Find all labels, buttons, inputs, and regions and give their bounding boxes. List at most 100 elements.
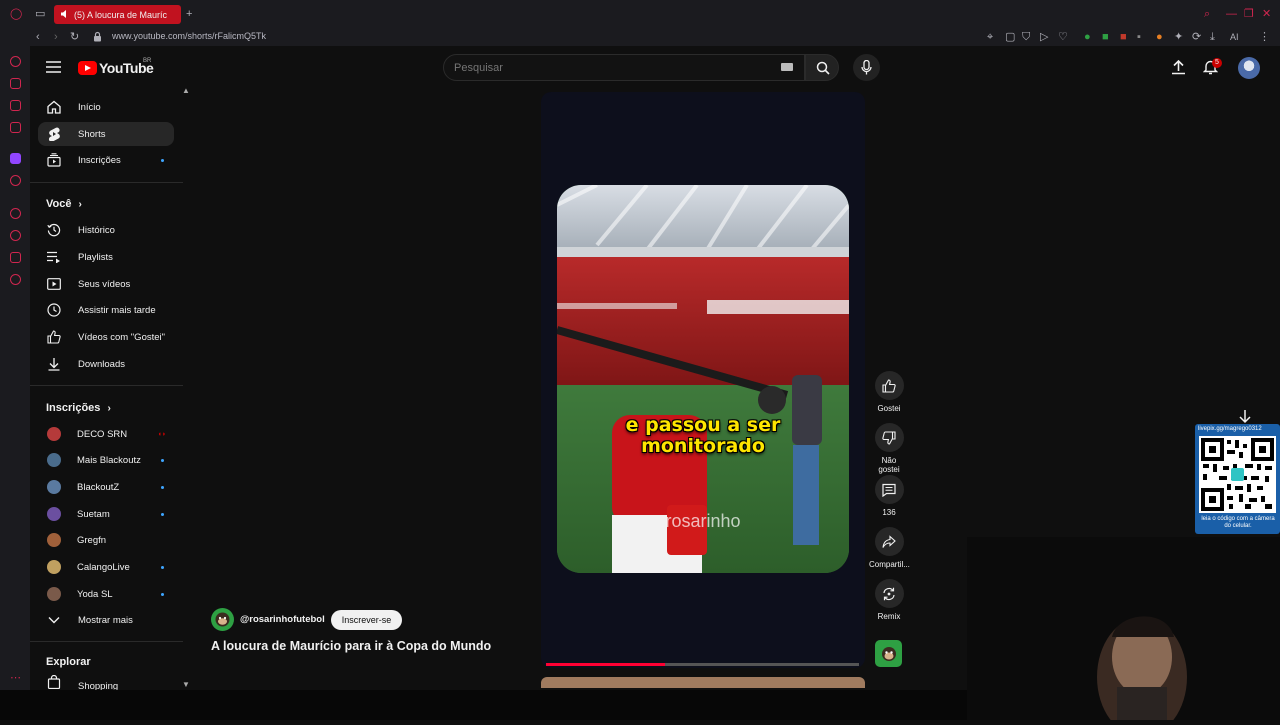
- extensions-icon[interactable]: ✦: [1174, 31, 1183, 43]
- extensions-rail-icon[interactable]: [10, 252, 21, 263]
- sidebar-item-label: Inscrições: [78, 154, 121, 166]
- voice-search-button[interactable]: [853, 54, 880, 81]
- pin-icon[interactable]: ⌖: [987, 31, 993, 43]
- subscribe-button[interactable]: Inscrever-se: [330, 609, 403, 630]
- minimize-icon[interactable]: —: [1226, 8, 1237, 20]
- player-icon[interactable]: ▷: [1040, 31, 1048, 43]
- maximize-icon[interactable]: ❐: [1244, 8, 1254, 20]
- avatar: [47, 480, 61, 494]
- twitch-icon[interactable]: [10, 153, 21, 164]
- remix-button[interactable]: [874, 579, 904, 608]
- menu-icon[interactable]: [46, 61, 61, 73]
- extension-fire-icon[interactable]: ●: [1156, 31, 1163, 43]
- playlists-icon: [47, 251, 60, 263]
- browser-menu-icon[interactable]: ⋮: [1259, 31, 1270, 43]
- sidebar-sub-mais-blackoutz[interactable]: Mais Blackoutz: [38, 448, 174, 472]
- account-avatar[interactable]: [1238, 57, 1260, 79]
- subscriptions-section-header[interactable]: Inscrições ›: [46, 402, 111, 414]
- active-tab[interactable]: (5) A loucura de Mauríc: [54, 5, 181, 24]
- lock-icon[interactable]: [93, 31, 102, 42]
- share-action[interactable]: Compartil...: [869, 527, 910, 569]
- sidebar-sub-gregfn[interactable]: Gregfn: [38, 528, 174, 552]
- tab-title: (5) A loucura de Mauríc: [74, 9, 168, 20]
- comments-button[interactable]: [874, 475, 904, 504]
- next-short-preview[interactable]: [541, 677, 865, 688]
- sidebar-item-shopping[interactable]: Shopping: [38, 674, 174, 690]
- channel-handle[interactable]: @rosarinhofutebol: [240, 614, 325, 625]
- download-manager-icon[interactable]: ⤓: [1210, 31, 1215, 43]
- history-rail-icon[interactable]: [10, 230, 21, 241]
- back-icon[interactable]: ‹: [36, 31, 40, 43]
- screenshot-icon[interactable]: ▢: [1005, 31, 1015, 43]
- arrow-down-icon[interactable]: [1238, 409, 1252, 424]
- sidebar-item-your-videos[interactable]: Seus vídeos: [38, 272, 174, 296]
- remix-action[interactable]: Remix: [872, 579, 906, 621]
- show-more-button[interactable]: Mostrar mais: [38, 608, 174, 632]
- scroll-down-icon[interactable]: ▼: [182, 680, 190, 689]
- like-button[interactable]: [874, 371, 904, 400]
- sidebar-item-subscriptions[interactable]: Inscrições: [38, 148, 174, 172]
- extension-red-icon[interactable]: ■: [1120, 31, 1127, 43]
- close-window-icon[interactable]: ✕: [1262, 8, 1271, 20]
- shorts-video[interactable]: e passou a ser monitorado rosarinho: [557, 185, 849, 573]
- share-button[interactable]: [874, 527, 904, 556]
- sidebar-item-watch-later[interactable]: Assistir mais tarde: [38, 298, 174, 322]
- extension-green-icon[interactable]: ●: [1084, 31, 1091, 43]
- sidebar-item-history[interactable]: Histórico: [38, 218, 174, 242]
- sidebar-item-label: Histórico: [78, 224, 115, 236]
- keyboard-icon[interactable]: [781, 63, 793, 71]
- search-input[interactable]: [444, 55, 744, 80]
- sidebar-item-label: Yoda SL: [77, 588, 113, 600]
- like-action[interactable]: Gostei: [872, 371, 906, 413]
- ai-button[interactable]: AI: [1230, 31, 1239, 43]
- sidebar-sub-deco-srn[interactable]: DECO SRN ◖◗: [38, 422, 174, 446]
- heart-icon[interactable]: ♡: [1058, 31, 1068, 43]
- sidebar-item-liked-videos[interactable]: Vídeos com "Gostei": [38, 325, 174, 349]
- sidebar-item-label: Shopping: [78, 680, 119, 691]
- short-title[interactable]: A loucura de Maurício para ir à Copa do …: [211, 639, 491, 653]
- more-rail-icon[interactable]: ⋯: [10, 672, 21, 684]
- reload-icon[interactable]: ↻: [70, 31, 79, 43]
- sidebar-item-playlists[interactable]: Playlists: [38, 245, 174, 269]
- sidebar-item-shorts[interactable]: Shorts: [38, 122, 174, 146]
- new-tab-button[interactable]: +: [186, 8, 192, 20]
- gx-icon[interactable]: [10, 650, 21, 661]
- player-rail-icon[interactable]: [10, 208, 21, 219]
- sidebar-sub-blackoutz[interactable]: BlackoutZ: [38, 475, 174, 499]
- channel-avatar[interactable]: [211, 608, 234, 631]
- settings-rail-icon[interactable]: [10, 274, 21, 285]
- url-text[interactable]: www.youtube.com/shorts/rFalicmQ5Tk: [112, 31, 266, 41]
- shield-icon[interactable]: ⛉: [1022, 31, 1030, 43]
- monkey-avatar-icon: [881, 646, 896, 661]
- sidebar-item-downloads[interactable]: Downloads: [38, 352, 174, 376]
- comments-action[interactable]: 136: [872, 475, 906, 517]
- scroll-up-icon[interactable]: ▲: [182, 86, 190, 95]
- sidebar-sub-calangolive[interactable]: CalangoLive: [38, 555, 174, 579]
- tab-overview-icon[interactable]: ▭: [35, 8, 45, 20]
- sidebar-sub-suetam[interactable]: Suetam: [38, 502, 174, 526]
- opera-logo-icon[interactable]: ◯: [10, 8, 22, 20]
- notifications-badge: 5: [1212, 58, 1222, 68]
- chevron-right-icon: ›: [107, 403, 111, 414]
- messenger-icon[interactable]: [10, 100, 21, 111]
- channel-thumbnail[interactable]: [875, 640, 902, 667]
- you-section-header[interactable]: Você ›: [46, 198, 82, 210]
- extension-counter-icon[interactable]: ▪: [1137, 31, 1141, 43]
- sidebar-item-label: Mostrar mais: [78, 614, 133, 626]
- sidebar-sub-yoda-sl[interactable]: Yoda SL: [38, 582, 174, 606]
- search-button[interactable]: [805, 54, 839, 81]
- mail-icon[interactable]: [10, 122, 21, 133]
- crypto-wallet-icon[interactable]: [10, 78, 21, 89]
- upload-icon[interactable]: [1171, 59, 1186, 75]
- youtube-music-icon[interactable]: [10, 175, 21, 186]
- search-tabs-icon[interactable]: ⌕: [1204, 8, 1210, 20]
- channel-owner-row: @rosarinhofutebol Inscrever-se: [211, 608, 403, 631]
- dislike-action[interactable]: Não gostei: [872, 423, 906, 474]
- aria-icon[interactable]: [10, 56, 21, 67]
- sidebar-item-home[interactable]: Início: [38, 95, 174, 119]
- extension-badge-icon[interactable]: ■: [1102, 31, 1109, 43]
- speaker-icon[interactable]: [60, 9, 70, 19]
- forward-icon[interactable]: ›: [54, 31, 58, 43]
- sync-icon[interactable]: ⟳: [1192, 31, 1201, 43]
- dislike-button[interactable]: [874, 423, 904, 452]
